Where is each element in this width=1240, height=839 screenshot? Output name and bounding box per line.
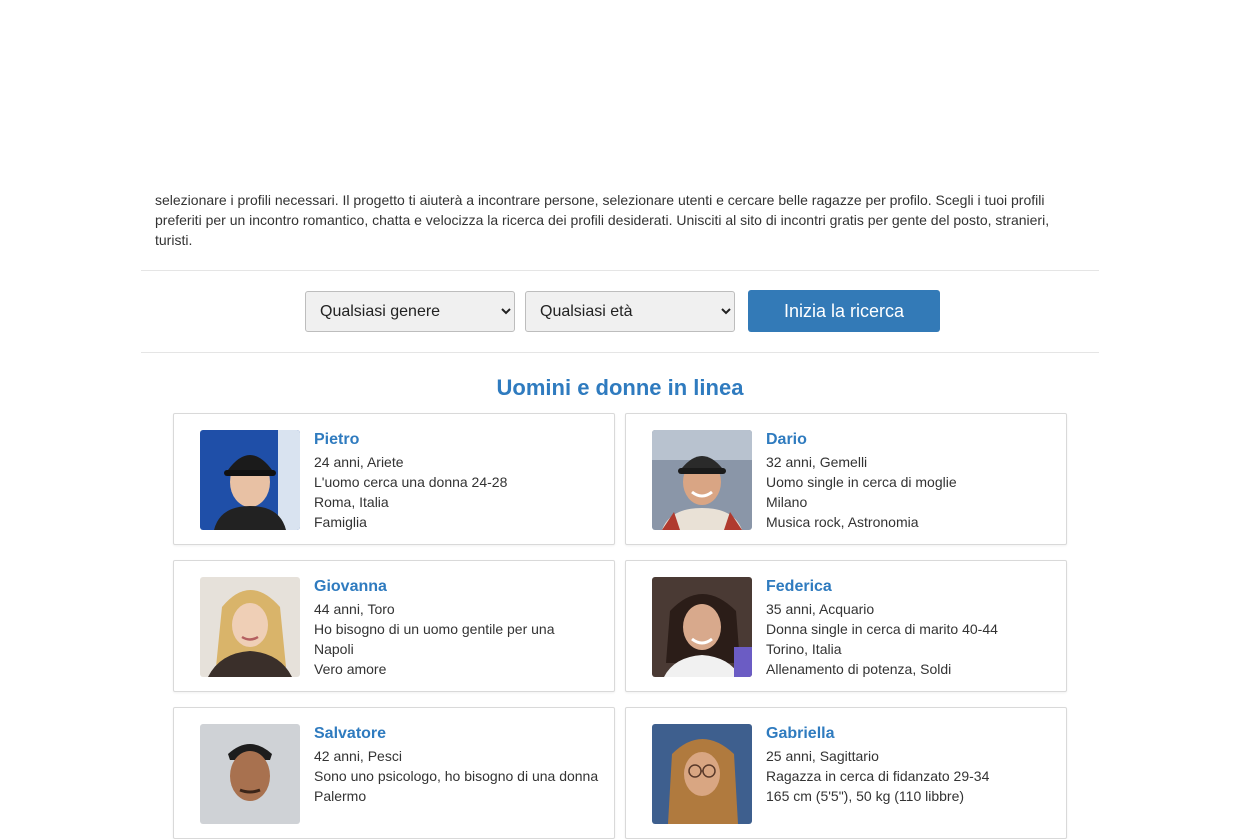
- profile-name[interactable]: Giovanna: [314, 575, 604, 599]
- divider: [141, 352, 1099, 353]
- intro-line: turisti.: [155, 232, 193, 248]
- profile-card[interactable]: Salvatore 42 anni, Pesci Sono uno psicol…: [173, 707, 615, 839]
- profile-location: Milano: [766, 494, 808, 510]
- divider: [141, 270, 1099, 271]
- profile-card[interactable]: Giovanna 44 anni, Toro Ho bisogno di un …: [173, 560, 615, 692]
- profile-seeking: Ragazza in cerca di fidanzato 29-34: [766, 768, 990, 784]
- profile-seeking: Ho bisogno di un uomo gentile per una: [314, 621, 555, 637]
- profile-interests: Famiglia: [314, 514, 367, 530]
- profile-photo[interactable]: [200, 577, 300, 677]
- profile-card[interactable]: Dario 32 anni, Gemelli Uomo single in ce…: [625, 413, 1067, 545]
- profile-age: 44 anni, Toro: [314, 601, 395, 617]
- profile-age: 24 anni, Ariete: [314, 454, 404, 470]
- profile-interests: Vero amore: [314, 661, 387, 677]
- start-search-button[interactable]: Inizia la ricerca: [748, 290, 940, 332]
- profile-photo[interactable]: [652, 430, 752, 530]
- profile-photo[interactable]: [200, 430, 300, 530]
- top-blank-area: [0, 0, 1240, 190]
- profile-interests: Allenamento di potenza, Soldi: [766, 661, 952, 677]
- profile-location: Torino, Italia: [766, 641, 842, 657]
- age-select[interactable]: Qualsiasi età: [525, 291, 735, 332]
- intro-line: selezionare i profili necessari. Il prog…: [155, 192, 1045, 208]
- profile-seeking: Uomo single in cerca di moglie: [766, 474, 957, 490]
- profile-age: 32 anni, Gemelli: [766, 454, 868, 470]
- intro-line: preferiti per un incontro romantico, cha…: [155, 212, 1050, 228]
- profile-card[interactable]: Federica 35 anni, Acquario Donna single …: [625, 560, 1067, 692]
- profile-seeking: Donna single in cerca di marito 40-44: [766, 621, 998, 637]
- profile-age: 25 anni, Sagittario: [766, 748, 879, 764]
- profile-photo[interactable]: [652, 724, 752, 824]
- profile-photo[interactable]: [200, 724, 300, 824]
- intro-text: selezionare i profili necessari. Il prog…: [155, 190, 1085, 250]
- search-form: Qualsiasi genere Qualsiasi età Inizia la…: [0, 290, 1240, 332]
- profile-location: Roma, Italia: [314, 494, 389, 510]
- profile-name[interactable]: Gabriella: [766, 722, 1056, 746]
- profile-interests: Musica rock, Astronomia: [766, 514, 919, 530]
- profile-name[interactable]: Dario: [766, 428, 1056, 452]
- profile-age: 42 anni, Pesci: [314, 748, 402, 764]
- profile-name[interactable]: Federica: [766, 575, 1056, 599]
- profile-name[interactable]: Pietro: [314, 428, 604, 452]
- profile-location: Palermo: [314, 788, 367, 804]
- profile-location: Napoli: [314, 641, 354, 657]
- profile-age: 35 anni, Acquario: [766, 601, 875, 617]
- gender-select[interactable]: Qualsiasi genere: [305, 291, 515, 332]
- profile-seeking: L'uomo cerca una donna 24-28: [314, 474, 508, 490]
- profile-location: 165 cm (5'5"), 50 kg (110 libbre): [766, 788, 965, 804]
- profile-card[interactable]: Pietro 24 anni, Ariete L'uomo cerca una …: [173, 413, 615, 545]
- profile-card[interactable]: Gabriella 25 anni, Sagittario Ragazza in…: [625, 707, 1067, 839]
- profile-photo[interactable]: [652, 577, 752, 677]
- profile-name[interactable]: Salvatore: [314, 722, 604, 746]
- profile-seeking: Sono uno psicologo, ho bisogno di una do…: [314, 768, 599, 784]
- section-title: Uomini e donne in linea: [496, 375, 744, 400]
